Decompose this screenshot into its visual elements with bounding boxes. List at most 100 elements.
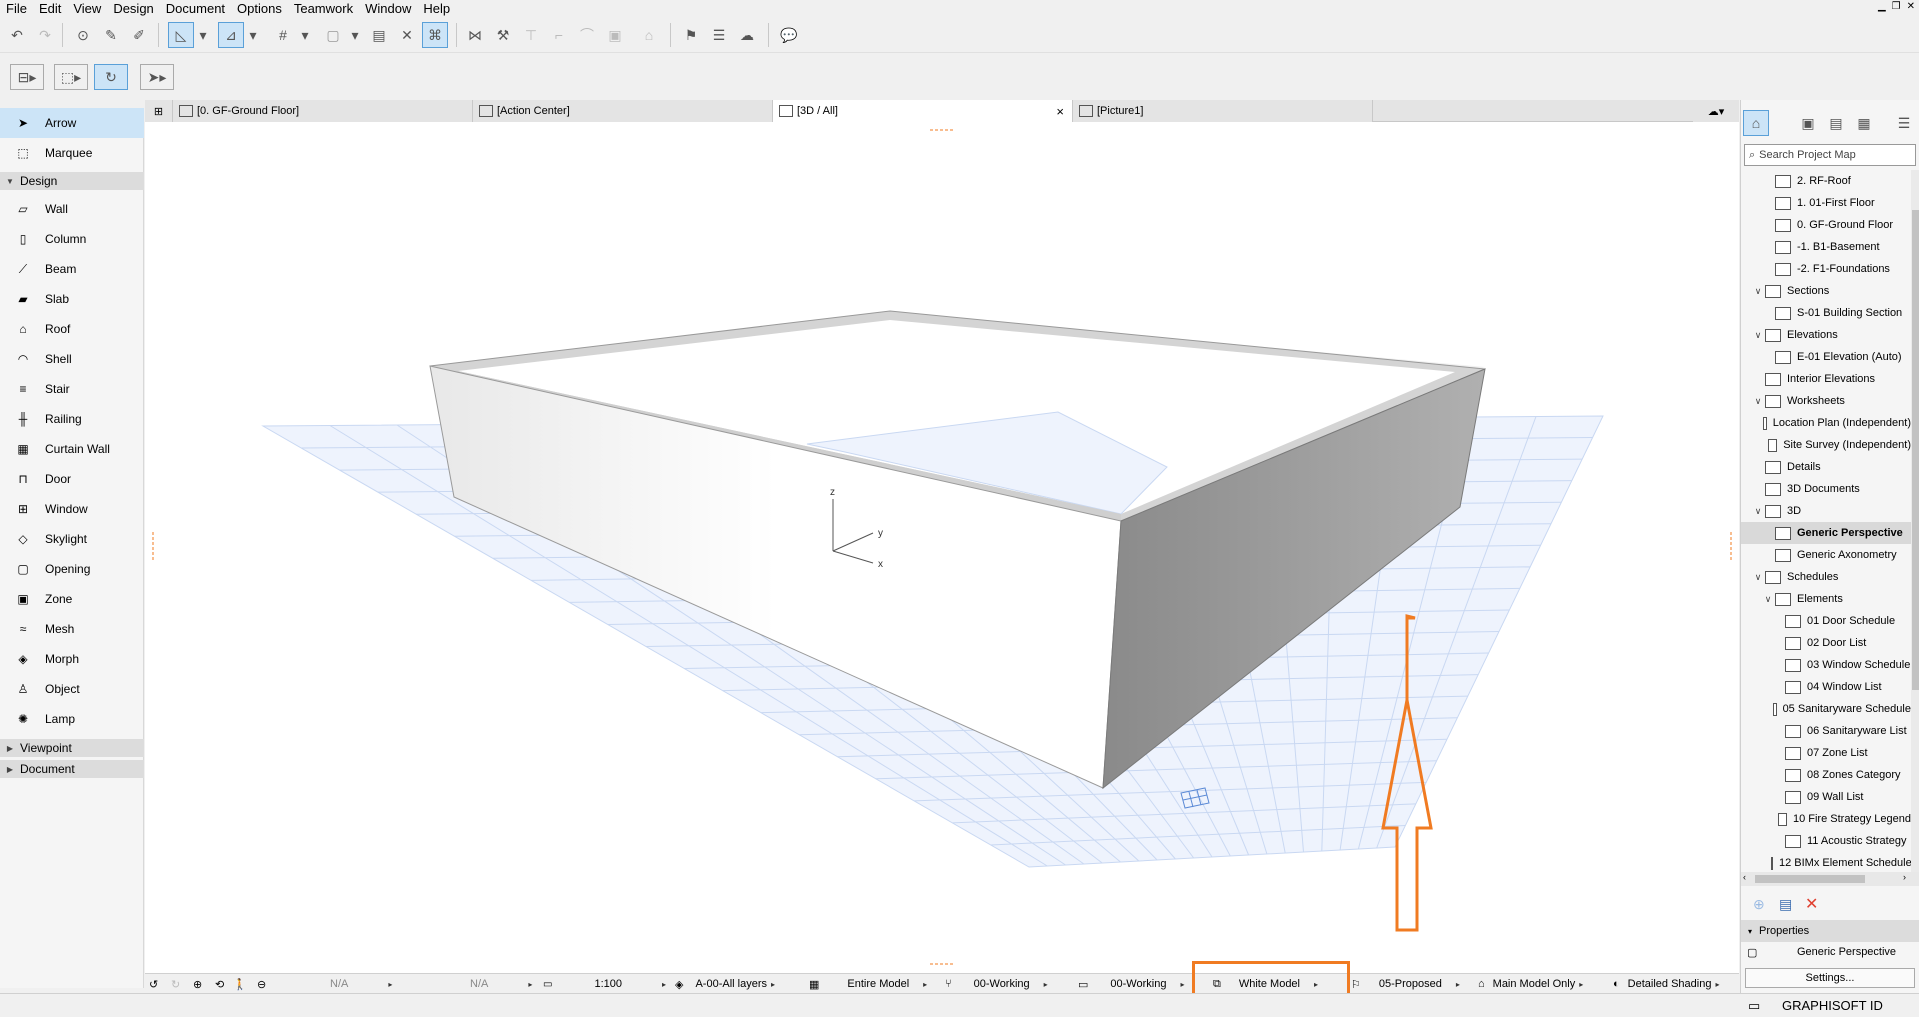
rotate-view-icon[interactable]: ↻ [94, 64, 128, 90]
menu-window[interactable]: Window [359, 0, 417, 17]
tool-wall[interactable]: ▱ Wall [0, 194, 144, 224]
tool-column[interactable]: ▯ Column [0, 224, 144, 254]
project-map-item[interactable]: 08 Zones Category [1741, 764, 1911, 786]
view-map-icon[interactable]: ▣ [1795, 110, 1821, 136]
tool-slab[interactable]: ▰ Slab [0, 284, 144, 314]
project-map-item[interactable]: 07 Zone List [1741, 742, 1911, 764]
scale-selector[interactable]: ▭ 1:100 ▸ [543, 974, 666, 994]
tool-curtain-wall[interactable]: ▦ Curtain Wall [0, 434, 144, 464]
project-map-icon[interactable]: ⌂ [1743, 110, 1769, 136]
project-map-item[interactable]: ∨ Sections [1741, 280, 1911, 302]
nav-na-2[interactable]: N/A ▸ [470, 974, 532, 994]
tab-close-icon[interactable]: × [1056, 104, 1064, 119]
undo-icon[interactable]: ↶ [4, 22, 30, 48]
trace-icon[interactable]: ▤ [366, 22, 392, 48]
orbit-icon[interactable]: ⟲ [215, 974, 224, 994]
zoom-fit-icon[interactable]: ⊖ [257, 974, 266, 994]
flag-icon[interactable]: ⚑ [678, 22, 704, 48]
scroll-right-icon[interactable]: › [1903, 872, 1906, 882]
settings-button[interactable]: Settings... [1745, 968, 1915, 988]
grid-snap-icon[interactable]: # [270, 22, 296, 48]
properties-header[interactable]: ▾ Properties [1741, 920, 1919, 942]
menu-edit[interactable]: Edit [33, 0, 67, 17]
scroll-thumb[interactable] [1755, 875, 1865, 883]
curve-edge-icon[interactable]: ⌒ [574, 22, 600, 48]
pointer-tool-icon[interactable]: ➤▸ [140, 64, 174, 90]
tab-picture1[interactable]: [Picture1] [1073, 100, 1373, 122]
intersect-icon[interactable]: ⊤ [518, 22, 544, 48]
chevron-down-icon[interactable]: ∨ [1751, 396, 1765, 407]
tab-ground-floor[interactable]: [0. GF-Ground Floor] [173, 100, 473, 122]
minimize-icon[interactable]: ▁ [1878, 1, 1886, 12]
snap-guides-dropdown-icon[interactable]: ▾ [246, 22, 260, 48]
project-map-item[interactable]: Generic Perspective [1741, 522, 1911, 544]
trim-roof-icon[interactable]: ⌂ [636, 22, 662, 48]
menu-file[interactable]: File [0, 0, 33, 17]
cloud-sync-icon[interactable]: ☁ [734, 22, 760, 48]
toolbox-group-design[interactable]: ▼ Design [0, 172, 144, 190]
project-map-item[interactable]: ∨ Worksheets [1741, 390, 1911, 412]
guide-lines-icon[interactable]: ◺ [168, 22, 194, 48]
project-map-item[interactable]: E-01 Elevation (Auto) [1741, 346, 1911, 368]
layer-combination-selector[interactable]: ◈ A-00-All layers ▸ [675, 974, 775, 994]
tool-door[interactable]: ⊓ Door [0, 464, 144, 494]
model-filter-selector[interactable]: ▦ Entire Model ▸ [809, 974, 927, 994]
delete-icon[interactable]: ✕ [1805, 894, 1818, 914]
toolbox-group-viewpoint[interactable]: ▶ Viewpoint [0, 739, 144, 757]
project-map-item[interactable]: 04 Window List [1741, 676, 1911, 698]
graphisoft-id-label[interactable]: GRAPHISOFT ID [1782, 998, 1883, 1013]
project-map-item[interactable]: Location Plan (Independent) [1741, 412, 1911, 434]
chevron-down-icon[interactable]: ∨ [1751, 506, 1765, 517]
tool-opening[interactable]: ▢ Opening [0, 554, 144, 584]
project-map-item[interactable]: ∨ Schedules [1741, 566, 1911, 588]
eyedropper-icon[interactable]: ✎ [98, 22, 124, 48]
tool-window[interactable]: ⊞ Window [0, 494, 144, 524]
menu-help[interactable]: Help [417, 0, 456, 17]
tool-marquee[interactable]: ⬚ Marquee [0, 138, 144, 168]
project-map-item[interactable]: ∨ Elements [1741, 588, 1911, 610]
tab-overview-icon[interactable]: ⊞ [145, 100, 173, 122]
menu-document[interactable]: Document [160, 0, 231, 17]
close-icon[interactable]: ✕ [1907, 1, 1915, 12]
project-map-item[interactable]: ∨ Elevations [1741, 324, 1911, 346]
tool-roof[interactable]: ⌂ Roof [0, 314, 144, 344]
chat-icon[interactable]: 💬 [776, 22, 802, 48]
tab-menu-icon[interactable]: ☁▾ [1693, 100, 1739, 122]
project-map-item[interactable]: 01 Door Schedule [1741, 610, 1911, 632]
magic-wand-icon[interactable]: ⌘ [422, 22, 448, 48]
project-map-item[interactable]: -1. B1-Basement [1741, 236, 1911, 258]
restore-icon[interactable]: ❐ [1892, 1, 1901, 12]
toolbox-group-document[interactable]: ▶ Document [0, 760, 144, 778]
tool-arrow[interactable]: ➤ Arrow [0, 108, 144, 138]
adjust-icon[interactable]: ⚒ [490, 22, 516, 48]
chevron-down-icon[interactable]: ∨ [1751, 286, 1765, 297]
pen-set-selector[interactable]: ▭ 00-Working ▸ [1078, 974, 1184, 994]
tab-3d-all[interactable]: [3D / All] × [773, 100, 1073, 122]
walk-icon[interactable]: 🚶 [233, 974, 247, 994]
element-filter-icon[interactable]: ⊟▸ [10, 64, 44, 90]
groups-dropdown-icon[interactable]: ▾ [348, 22, 362, 48]
vscroll-thumb[interactable] [1912, 210, 1919, 690]
redo-view-icon[interactable]: ↻ [171, 974, 180, 994]
project-map-item[interactable]: Site Survey (Independent) [1741, 434, 1911, 456]
rotate-icon[interactable]: ↺ [149, 974, 158, 994]
3d-model-canvas[interactable]: z y x [145, 122, 1739, 973]
tool-shell[interactable]: ◠ Shell [0, 344, 144, 374]
layout-book-icon[interactable]: ▤ [1823, 110, 1849, 136]
suspend-groups-icon[interactable]: ▢ [320, 22, 346, 48]
project-map-item[interactable]: 02 Door List [1741, 632, 1911, 654]
tool-beam[interactable]: ⟋ Beam [0, 254, 144, 284]
tool-zone[interactable]: ▣ Zone [0, 584, 144, 614]
tool-railing[interactable]: ╫ Railing [0, 404, 144, 434]
new-view-icon[interactable]: ⊕ [1753, 896, 1765, 913]
zoom-in-icon[interactable]: ⊕ [193, 974, 202, 994]
fillet-icon[interactable]: ⌐ [546, 22, 572, 48]
pick-up-parameters-icon[interactable]: ⊙ [70, 22, 96, 48]
inject-parameters-icon[interactable]: ✐ [126, 22, 152, 48]
split-icon[interactable]: ⋈ [462, 22, 488, 48]
menu-teamwork[interactable]: Teamwork [288, 0, 359, 17]
menu-options[interactable]: Options [231, 0, 288, 17]
explode-icon[interactable]: ▣ [602, 22, 628, 48]
properties-icon[interactable]: ▤ [1779, 896, 1792, 913]
horizontal-scrollbar[interactable]: ‹ › [1741, 872, 1919, 886]
